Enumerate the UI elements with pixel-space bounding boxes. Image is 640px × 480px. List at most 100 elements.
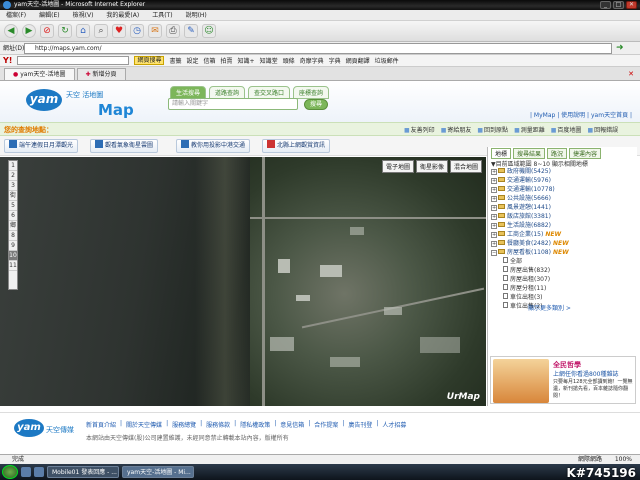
print-tool[interactable]: 友善列印 bbox=[404, 125, 435, 134]
yahoo-bookmarks-button[interactable]: 書籤 bbox=[169, 56, 181, 65]
expand-icon[interactable]: + bbox=[491, 169, 497, 175]
close-button[interactable]: ✕ bbox=[626, 1, 637, 9]
tab-search-results[interactable]: 搜尋結果 bbox=[513, 148, 546, 159]
subcategory-item[interactable]: 房屋出租(307) bbox=[491, 275, 631, 284]
subcategory-item[interactable]: 房屋分租(11) bbox=[491, 284, 631, 293]
subcategory-item[interactable]: 車位出租(3) bbox=[491, 293, 631, 302]
taskbar-item-yam-map[interactable]: yam天空-活地圖 - Mi... bbox=[122, 466, 194, 478]
yahoo-dict-button[interactable]: 字典 bbox=[329, 56, 341, 65]
return-origin-tool[interactable]: 回到原點 bbox=[477, 125, 508, 134]
expand-icon[interactable]: + bbox=[491, 214, 497, 220]
footer-link[interactable]: 服務條款 bbox=[206, 420, 230, 429]
category-item[interactable]: + 生活設施(6882) bbox=[491, 221, 631, 230]
print-icon[interactable]: ⎙ bbox=[166, 24, 180, 38]
yahoo-knowledge-button[interactable]: 知識+ bbox=[238, 56, 255, 65]
expand-icon[interactable]: + bbox=[491, 241, 497, 247]
status-zoom[interactable]: 100% bbox=[615, 455, 632, 464]
yahoo-spam-button[interactable]: 垃圾郵件 bbox=[375, 56, 399, 65]
menu-favorites[interactable]: 我的最愛(A) bbox=[106, 10, 139, 20]
report-error-tool[interactable]: 回報錯誤 bbox=[587, 125, 618, 134]
minimize-button[interactable]: _ bbox=[600, 1, 611, 9]
quicklaunch-icon[interactable] bbox=[21, 467, 31, 477]
mail-icon[interactable]: ✉ bbox=[148, 24, 162, 38]
expand-icon[interactable]: + bbox=[491, 205, 497, 211]
category-item[interactable]: + 公共設施(5666) bbox=[491, 194, 631, 203]
category-item[interactable]: + 餐廳美食(2482) NEW bbox=[491, 239, 631, 248]
taskbar-item-mobile01[interactable]: Mobile01 發表回應 - ... bbox=[47, 466, 119, 478]
quick-link-4[interactable]: 北縣上網觀賞資訊 bbox=[262, 139, 331, 153]
zoom-control[interactable]: 1 2 3 街 5 6 鄉 8 9 10 11 bbox=[8, 160, 18, 290]
category-item[interactable]: + 政府機關(5425) bbox=[491, 167, 631, 176]
footer-link[interactable]: 合作提案 bbox=[314, 420, 338, 429]
electronic-map-button[interactable]: 電子地圖 bbox=[381, 160, 414, 173]
forward-icon[interactable]: ▶ bbox=[22, 24, 36, 38]
close-tab-icon[interactable]: ✕ bbox=[628, 70, 634, 78]
menu-view[interactable]: 檢視(V) bbox=[73, 10, 94, 20]
satellite-map-button[interactable]: 衛星影像 bbox=[415, 160, 448, 173]
category-item[interactable]: + 工商企業(15) NEW bbox=[491, 230, 631, 239]
send-friend-tool[interactable]: 寄給朋友 bbox=[441, 125, 471, 134]
baidu-map-tool[interactable]: 百度地圖 bbox=[551, 125, 581, 134]
zoom-level[interactable]: 2 bbox=[9, 171, 17, 181]
start-button[interactable] bbox=[2, 465, 18, 479]
tab-new[interactable]: ✚ 新增分頁 bbox=[76, 68, 126, 80]
category-item[interactable]: + 交通運輸(5976) bbox=[491, 176, 631, 185]
zoom-level[interactable]: 11 bbox=[9, 261, 17, 271]
tab-mrt[interactable]: 捷運內容 bbox=[569, 148, 602, 159]
yahoo-translate-button[interactable]: 網頁翻譯 bbox=[346, 56, 370, 65]
category-item[interactable]: + 交通運輸(10778) bbox=[491, 185, 631, 194]
category-item[interactable]: + 風景遊憩(1441) bbox=[491, 203, 631, 212]
tab-traffic[interactable]: 路況 bbox=[547, 148, 568, 159]
zoom-level[interactable]: 1 bbox=[9, 161, 17, 171]
subcategory-item[interactable]: 全部 bbox=[491, 257, 631, 266]
yahoo-headlines-button[interactable]: 頭條 bbox=[283, 56, 295, 65]
collapse-icon[interactable]: − bbox=[491, 250, 497, 256]
yahoo-settings-button[interactable]: 設定 bbox=[186, 56, 198, 65]
footer-link[interactable]: 關於天空傳媒 bbox=[126, 420, 162, 429]
stop-icon[interactable]: ⊘ bbox=[40, 24, 54, 38]
zoom-level[interactable]: 街 bbox=[9, 191, 17, 201]
quicklaunch-icon[interactable] bbox=[34, 467, 44, 477]
history-icon[interactable]: ◷ bbox=[130, 24, 144, 38]
top-links[interactable]: | MyMap | 使用說明 | yam天空首頁 | bbox=[530, 110, 632, 119]
expand-icon[interactable]: + bbox=[491, 232, 497, 238]
edit-icon[interactable]: ✎ bbox=[184, 24, 198, 38]
tab-yam-map[interactable]: ● yam天空-活地圖 bbox=[4, 68, 75, 80]
zoom-level[interactable]: 3 bbox=[9, 181, 17, 191]
footer-link[interactable]: 隱私權政策 bbox=[240, 420, 270, 429]
quick-link-2[interactable]: 觀看氣象衛星雲圖 bbox=[90, 139, 159, 153]
expand-icon[interactable]: + bbox=[491, 196, 497, 202]
yahoo-logo[interactable]: Y! bbox=[3, 56, 12, 65]
maximize-button[interactable]: □ bbox=[613, 1, 624, 9]
footer-link[interactable]: 廣告刊登 bbox=[348, 420, 372, 429]
yam-map-logo[interactable]: yam 天空 活地圖 bbox=[26, 89, 103, 117]
yahoo-mail-button[interactable]: 信箱 bbox=[204, 56, 216, 65]
zoom-level[interactable]: 鄉 bbox=[9, 221, 17, 231]
menu-tools[interactable]: 工具(T) bbox=[152, 10, 172, 20]
expand-icon[interactable]: + bbox=[491, 223, 497, 229]
zoom-level[interactable]: 6 bbox=[9, 211, 17, 221]
yahoo-search-input[interactable] bbox=[17, 56, 130, 65]
menu-edit[interactable]: 編輯(E) bbox=[39, 10, 59, 20]
map-search-button[interactable]: 搜尋 bbox=[304, 99, 328, 110]
satellite-map[interactable]: 1 2 3 街 5 6 鄉 8 9 10 11 電子地圖 衛星影像 混合地圖 U… bbox=[0, 157, 486, 406]
refresh-icon[interactable]: ↻ bbox=[58, 24, 72, 38]
tab-coordinate-search[interactable]: 座標查詢 bbox=[293, 86, 330, 99]
address-input[interactable]: http://maps.yam.com/ bbox=[24, 43, 612, 54]
quick-link-3[interactable]: 教你用投影中港交通 bbox=[176, 139, 251, 153]
menu-help[interactable]: 說明(H) bbox=[186, 10, 207, 20]
expand-icon[interactable]: + bbox=[491, 178, 497, 184]
yahoo-knowledge-hall-button[interactable]: 知識堂 bbox=[260, 56, 278, 65]
yahoo-auction-button[interactable]: 拍賣 bbox=[221, 56, 233, 65]
zoom-level[interactable]: 5 bbox=[9, 201, 17, 211]
hybrid-map-button[interactable]: 混合地圖 bbox=[449, 160, 482, 173]
home-icon[interactable]: ⌂ bbox=[76, 24, 90, 38]
map-search-input[interactable]: 請輸入關鍵字 bbox=[168, 98, 298, 110]
zoom-level[interactable]: 8 bbox=[9, 231, 17, 241]
footer-link[interactable]: 服務總覽 bbox=[172, 420, 196, 429]
tab-landmarks[interactable]: 地標 bbox=[491, 148, 512, 159]
yahoo-web-search-button[interactable]: 網頁搜尋 bbox=[134, 56, 165, 65]
magazine-ad[interactable]: 全民哲學 上網任你看過800種雜誌 只要每月128元全部讀到飽！一覽無遺，新刊搶… bbox=[490, 356, 636, 404]
footer-link[interactable]: 人才招募 bbox=[382, 420, 406, 429]
category-item[interactable]: + 飯店旅館(3381) bbox=[491, 212, 631, 221]
